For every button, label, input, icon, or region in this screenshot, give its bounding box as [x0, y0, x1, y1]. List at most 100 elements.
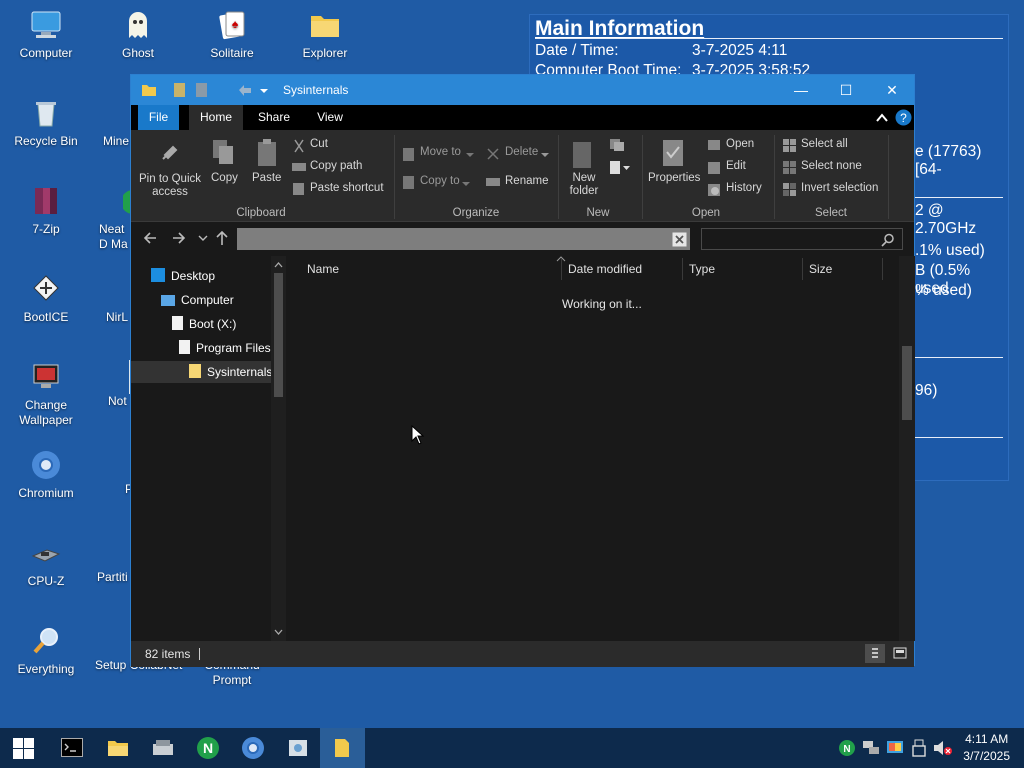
nav-item-computer[interactable]: Computer	[161, 289, 234, 311]
column-header-size[interactable]: Size	[809, 256, 832, 282]
item-count: 82 items	[145, 647, 191, 661]
collapse-ribbon-icon[interactable]	[876, 113, 888, 123]
paste-button[interactable]: Paste	[252, 172, 281, 184]
divider	[642, 135, 643, 219]
maximize-button[interactable]: ☐	[823, 75, 869, 105]
clock[interactable]: 4:11 AM 3/7/2025	[963, 731, 1010, 765]
desktop-icon-recycle-bin[interactable]: Recycle Bin	[3, 96, 89, 149]
desktop-icon-label: BootICE	[23, 310, 69, 324]
taskbar-chromium[interactable]	[230, 728, 275, 768]
close-button[interactable]: ✕	[869, 75, 915, 105]
taskbar-command-prompt[interactable]	[49, 728, 94, 768]
taskbar-control-tool[interactable]	[275, 728, 320, 768]
nav-scrollbar[interactable]	[271, 256, 286, 641]
help-icon[interactable]: ?	[895, 109, 912, 126]
desktop-icon-explorer[interactable]: Explorer	[282, 8, 368, 61]
properties-button[interactable]: Properties	[648, 172, 700, 184]
forward-icon[interactable]	[171, 231, 187, 245]
paste-shortcut-button[interactable]: Paste shortcut	[310, 182, 384, 194]
address-bar[interactable]	[237, 228, 690, 250]
clock-date: 3/7/2025	[963, 749, 1010, 763]
up-icon[interactable]	[215, 230, 229, 246]
tab-view[interactable]: View	[309, 105, 351, 130]
search-input[interactable]	[701, 228, 903, 250]
desktop-icon-ghost[interactable]: Ghost	[95, 8, 181, 61]
pin-to-quick-access-button[interactable]: Pin to Quick access	[137, 173, 203, 199]
select-all-button[interactable]: Select all	[801, 138, 848, 150]
easy-access-icon[interactable]	[609, 160, 631, 176]
invert-selection-icon	[783, 183, 796, 196]
desktop-icon-label: Ghost	[121, 46, 154, 60]
navigation-pane: Desktop Computer Boot (X:) Program Files…	[131, 256, 286, 641]
column-header-name[interactable]: Name	[307, 256, 339, 282]
move-to-button[interactable]: Move to	[420, 146, 461, 158]
divider	[558, 135, 559, 219]
open-button[interactable]: Open	[726, 138, 754, 150]
cut-button[interactable]: Cut	[310, 138, 328, 150]
desktop-icon-cpuz[interactable]: CPU-Z	[3, 536, 89, 589]
desktop-icon-change-wallpaper[interactable]: Change Wallpaper	[3, 360, 89, 428]
select-none-button[interactable]: Select none	[801, 160, 862, 172]
desktop-icon-chromium[interactable]: Chromium	[3, 448, 89, 501]
usb-drive-icon[interactable]	[912, 739, 926, 757]
taskbar-explorer-active[interactable]	[320, 728, 365, 768]
large-icons-view-button[interactable]	[890, 644, 910, 663]
info-fragment-cpu: 2 @ 2.70GHz	[915, 202, 977, 237]
desktop-icon-everything[interactable]: Everything	[3, 624, 89, 677]
desktop-icon-7zip[interactable]: 7-Zip	[3, 184, 89, 237]
desktop-icon-computer[interactable]: Computer	[3, 8, 89, 61]
undo-icon[interactable]	[237, 83, 253, 97]
scroll-down-icon[interactable]	[274, 629, 283, 636]
rename-button[interactable]: Rename	[505, 175, 548, 187]
tab-share[interactable]: Share	[253, 105, 295, 130]
properties-icon[interactable]	[173, 82, 187, 98]
nav-label: Computer	[181, 293, 234, 307]
start-button[interactable]	[0, 728, 45, 768]
column-header-date-modified[interactable]: Date modified	[568, 256, 642, 282]
select-all-icon	[783, 139, 796, 152]
delete-button[interactable]: Delete	[505, 146, 538, 158]
chevron-down-icon[interactable]	[259, 87, 269, 95]
edit-button[interactable]: Edit	[726, 160, 746, 172]
back-icon[interactable]	[142, 231, 158, 245]
recent-locations-icon[interactable]	[198, 235, 208, 242]
minimize-button[interactable]: —	[778, 75, 824, 105]
taskbar-file-explorer[interactable]	[95, 728, 140, 768]
scroll-thumb[interactable]	[902, 346, 912, 420]
display-icon[interactable]	[886, 740, 904, 756]
nav-item-sysinternals[interactable]: Sysinternals	[131, 361, 271, 383]
neat-tray-icon[interactable]: N	[838, 739, 856, 757]
new-folder-button[interactable]: New folder	[565, 172, 603, 198]
tab-file[interactable]: File	[138, 105, 179, 130]
stop-loading-icon[interactable]	[672, 232, 687, 247]
chromium-icon	[29, 448, 63, 482]
desktop-icon-label: CPU-Z	[27, 574, 65, 588]
copy-to-button[interactable]: Copy to	[420, 175, 460, 187]
copy-button[interactable]: Copy	[211, 172, 238, 184]
volume-muted-icon[interactable]	[933, 740, 953, 756]
nav-item-desktop[interactable]: Desktop	[151, 265, 215, 287]
desktop-icon-bootice[interactable]: BootICE	[3, 272, 89, 325]
content-scrollbar[interactable]	[899, 256, 915, 641]
nav-item-boot-x[interactable]: Boot (X:)	[172, 313, 236, 335]
taskbar-ghost[interactable]	[140, 728, 185, 768]
scroll-thumb[interactable]	[274, 273, 283, 397]
nav-item-program-files[interactable]: Program Files	[179, 337, 271, 359]
tab-home[interactable]: Home	[189, 105, 243, 130]
details-view-button[interactable]	[865, 644, 885, 663]
divider	[882, 258, 883, 280]
column-header-type[interactable]: Type	[689, 256, 715, 282]
scroll-up-icon[interactable]	[274, 261, 283, 268]
title-bar[interactable]: Sysinternals — ☐ ✕	[131, 75, 914, 105]
new-item-icon[interactable]	[609, 138, 629, 152]
invert-selection-button[interactable]: Invert selection	[801, 182, 878, 194]
history-button[interactable]: History	[726, 182, 762, 194]
network-icon[interactable]	[862, 740, 880, 756]
desktop-icon-solitaire[interactable]: ♠ Solitaire	[189, 8, 275, 61]
new-folder-qat-icon[interactable]	[195, 82, 209, 98]
info-label-datetime: Date / Time:	[535, 42, 619, 59]
status-bar: 82 items	[131, 641, 914, 667]
divider	[199, 648, 200, 660]
taskbar-neat[interactable]: N	[185, 728, 230, 768]
copy-path-button[interactable]: Copy path	[310, 160, 362, 172]
